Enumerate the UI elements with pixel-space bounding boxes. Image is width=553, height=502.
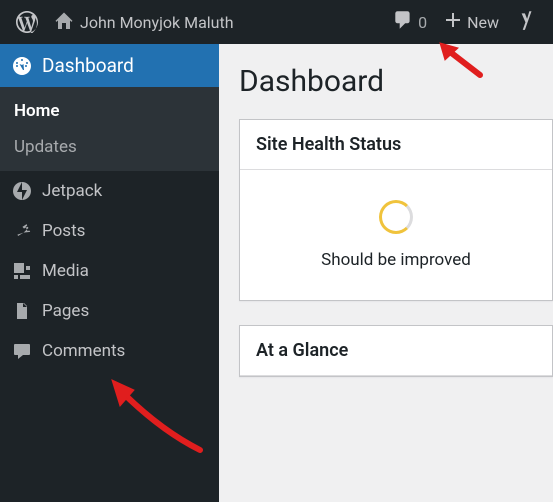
sidebar-item-jetpack[interactable]: Jetpack [0, 171, 219, 211]
page-title: Dashboard [239, 64, 553, 99]
sidebar-label: Dashboard [42, 54, 134, 77]
comments-link[interactable]: 0 [384, 0, 435, 44]
sidebar-label: Jetpack [42, 181, 102, 201]
plus-icon [443, 10, 463, 34]
content-area: Dashboard Site Health Status Should be i… [219, 44, 553, 502]
admin-sidebar: Dashboard Home Updates Jetpack Posts Med… [0, 44, 219, 502]
sidebar-label: Media [42, 261, 89, 281]
at-a-glance-heading: At a Glance [240, 326, 552, 376]
dashboard-submenu: Home Updates [0, 87, 219, 171]
sidebar-label: Comments [42, 341, 125, 361]
comment-icon [392, 9, 414, 35]
sidebar-item-pages[interactable]: Pages [0, 291, 219, 331]
admin-toolbar: John Monyjok Maluth 0 New [0, 0, 553, 44]
sidebar-item-media[interactable]: Media [0, 251, 219, 291]
jetpack-icon [12, 181, 32, 201]
submenu-item-updates[interactable]: Updates [0, 129, 219, 165]
media-icon [12, 261, 32, 281]
pin-icon [12, 221, 32, 241]
sidebar-item-posts[interactable]: Posts [0, 211, 219, 251]
sidebar-item-comments[interactable]: Comments [0, 331, 219, 371]
yoast-link[interactable] [507, 0, 545, 44]
submenu-item-home[interactable]: Home [0, 93, 219, 129]
site-health-panel: Site Health Status Should be improved [239, 119, 553, 301]
new-content-link[interactable]: New [435, 0, 507, 44]
home-icon [54, 12, 74, 32]
site-health-heading: Site Health Status [240, 120, 552, 170]
site-health-message: Should be improved [254, 250, 538, 270]
sidebar-label: Posts [42, 221, 85, 241]
site-home-link[interactable]: John Monyjok Maluth [46, 0, 242, 44]
site-name: John Monyjok Maluth [80, 13, 234, 32]
dashboard-icon [12, 56, 32, 76]
comment-icon [12, 341, 32, 361]
sidebar-item-dashboard[interactable]: Dashboard [0, 44, 219, 87]
new-label: New [467, 13, 499, 32]
yoast-icon [515, 9, 537, 35]
sidebar-label: Pages [42, 301, 89, 321]
wordpress-logo[interactable] [8, 0, 46, 44]
loading-spinner-icon [379, 200, 413, 234]
comment-count: 0 [418, 13, 427, 32]
page-icon [12, 301, 32, 321]
at-a-glance-panel: At a Glance [239, 325, 553, 377]
